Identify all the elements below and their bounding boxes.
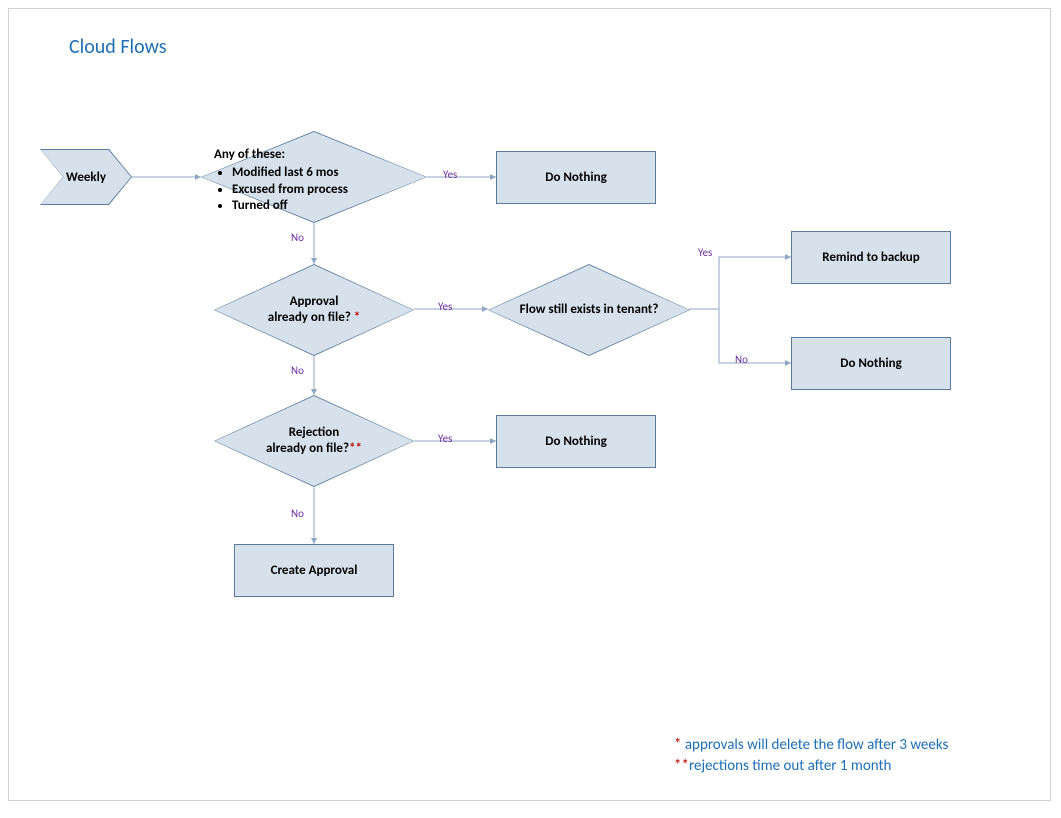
footnote-2: **rejections time out after 1 month (674, 757, 891, 775)
d1-bullet-0: Modified last 6 mos (232, 165, 434, 181)
decision-approval-on-file: Approval already on file? * (214, 264, 414, 356)
edge-d4-yes: Yes (438, 432, 452, 445)
r2-label: Remind to backup (822, 250, 920, 265)
footnote-2-star: ** (674, 757, 689, 775)
edge-d3-no: No (735, 353, 748, 366)
process-do-nothing-3: Do Nothing (496, 415, 656, 468)
edge-d2-no: No (291, 364, 304, 377)
start-label: Weekly (66, 170, 106, 185)
r1-label: Do Nothing (545, 170, 607, 185)
footnote-1-star: * (674, 736, 685, 754)
d1-bullet-2: Turned off (232, 198, 434, 214)
edge-d2-yes: Yes (438, 300, 452, 313)
process-do-nothing-2: Do Nothing (791, 337, 951, 390)
decision-rejection-on-file: Rejection already on file?** (214, 395, 414, 487)
edge-d1-no: No (291, 231, 304, 244)
process-remind-backup: Remind to backup (791, 231, 951, 284)
footnote-1-text: approvals will delete the flow after 3 w… (685, 736, 949, 754)
footnote-1: * approvals will delete the flow after 3… (674, 736, 948, 754)
edge-d1-yes: Yes (443, 168, 457, 181)
edge-d4-no: No (291, 507, 304, 520)
process-create-approval: Create Approval (234, 544, 394, 597)
footnote-2-text: rejections time out after 1 month (689, 757, 892, 775)
r4-label: Do Nothing (545, 434, 607, 449)
r5-label: Create Approval (271, 563, 358, 578)
edge-d3-yes: Yes (698, 246, 712, 259)
r3-label: Do Nothing (840, 356, 902, 371)
diagram-frame: Cloud Flows Weekly (8, 8, 1051, 801)
decision-any-of-these-text: Any of these: Modified last 6 mos Excuse… (214, 147, 434, 214)
process-do-nothing-1: Do Nothing (496, 151, 656, 204)
start-node: Weekly (40, 149, 132, 205)
connectors (9, 9, 1061, 818)
decision-flow-exists: Flow still exists in tenant? (488, 264, 690, 356)
d1-bullet-1: Excused from process (232, 182, 434, 198)
d1-heading: Any of these: (214, 147, 285, 162)
diagram-title: Cloud Flows (69, 35, 167, 59)
